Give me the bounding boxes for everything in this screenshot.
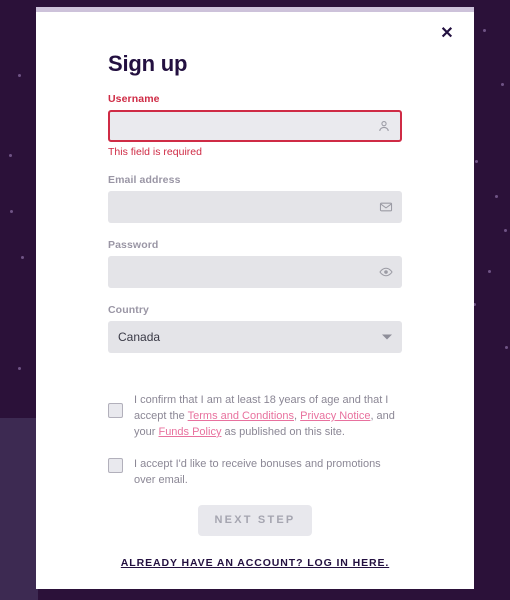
password-field: Password <box>108 239 402 288</box>
login-link[interactable]: ALREADY HAVE AN ACCOUNT? LOG IN HERE. <box>108 557 402 569</box>
country-label: Country <box>108 304 149 316</box>
consent-link[interactable]: Privacy Notice <box>300 410 370 422</box>
email-label: Email address <box>108 174 181 186</box>
password-label: Password <box>108 239 159 251</box>
chevron-down-icon <box>382 334 392 340</box>
decorative-dot <box>505 346 508 349</box>
username-field: Username This field is required <box>108 93 402 158</box>
username-error-message: This field is required <box>108 146 202 158</box>
form-fields: Username This field is required Email addr… <box>108 93 402 288</box>
backdrop-side-panel <box>0 418 38 600</box>
consent-text-segment: I accept I'd like to receive bonuses and… <box>134 457 381 486</box>
signup-form: Sign up Username This field is required Em… <box>108 7 402 569</box>
country-selected-value: Canada <box>118 330 161 344</box>
password-input[interactable] <box>108 256 402 288</box>
decorative-dot <box>10 210 13 213</box>
username-label: Username <box>108 93 160 105</box>
consent-row: I confirm that I am at least 18 years of… <box>108 393 402 441</box>
password-input-wrapper <box>108 256 402 288</box>
checkbox-age-terms[interactable] <box>108 403 123 418</box>
eye-icon[interactable] <box>379 265 393 279</box>
decorative-dot <box>475 160 478 163</box>
username-input-wrapper <box>108 110 402 142</box>
page-title: Sign up <box>108 51 188 76</box>
consent-link[interactable]: Terms and Conditions <box>188 410 294 422</box>
email-input[interactable] <box>108 191 402 223</box>
username-input[interactable] <box>110 112 400 140</box>
decorative-dot <box>504 229 507 232</box>
decorative-dot <box>495 195 498 198</box>
email-field: Email address <box>108 174 402 223</box>
decorative-dot <box>21 256 24 259</box>
consent-link[interactable]: Funds Policy <box>158 426 221 438</box>
consent-text-segment: as published on this site. <box>221 425 345 438</box>
signup-modal: ✕ Sign up Username This field is required… <box>36 7 474 589</box>
decorative-dot <box>9 154 12 157</box>
consent-text-age-terms: I confirm that I am at least 18 years of… <box>134 393 402 441</box>
next-step-button[interactable]: NEXT STEP <box>198 504 312 536</box>
consent-checkboxes: I confirm that I am at least 18 years of… <box>108 393 402 489</box>
country-select[interactable]: Canada <box>108 321 402 353</box>
consent-row: I accept I'd like to receive bonuses and… <box>108 457 402 489</box>
decorative-dot <box>501 83 504 86</box>
decorative-dot <box>18 367 21 370</box>
decorative-dot <box>483 29 486 32</box>
decorative-dot <box>488 270 491 273</box>
country-field: Country Canada <box>108 304 402 353</box>
checkbox-marketing[interactable] <box>108 457 123 473</box>
decorative-dot <box>18 74 21 77</box>
close-icon[interactable]: ✕ <box>436 23 458 45</box>
email-input-wrapper <box>108 191 402 223</box>
consent-text-marketing: I accept I'd like to receive bonuses and… <box>134 457 402 489</box>
